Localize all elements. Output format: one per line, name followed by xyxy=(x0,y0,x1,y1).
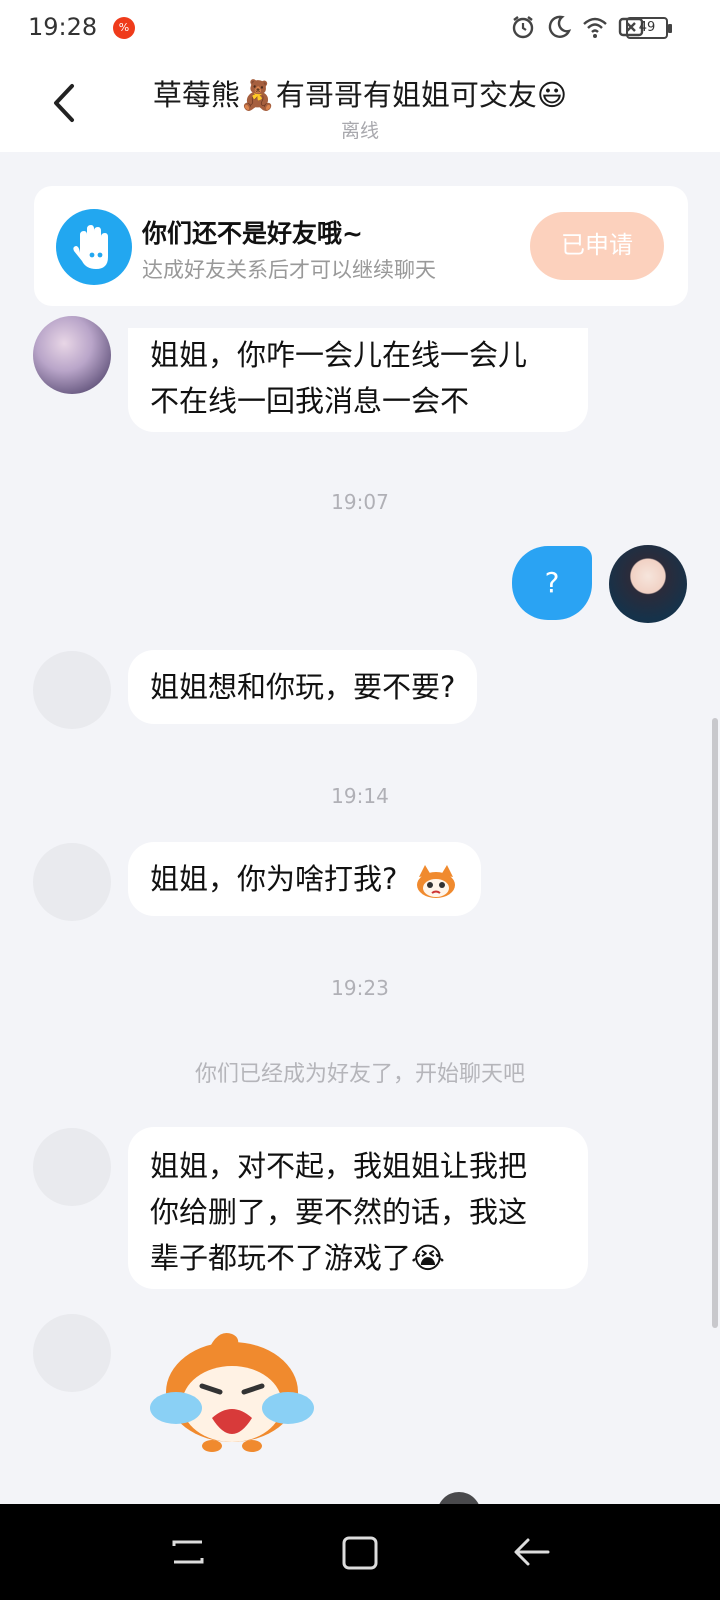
message-text-line: 姐姐，你咋一会儿在线一会儿 xyxy=(150,338,528,372)
message-text-line: 你给删了，要不然的话，我这 xyxy=(150,1195,528,1229)
home-icon[interactable] xyxy=(338,1530,382,1574)
friend-request-notice: 你们还不是好友哦~ 达成好友关系后才可以继续聊天 已申请 xyxy=(34,186,688,306)
peer-avatar[interactable] xyxy=(33,843,111,921)
do-not-disturb-icon xyxy=(548,15,572,38)
self-avatar[interactable] xyxy=(609,545,687,623)
message-bubble: 姐姐，你咋一会儿在线一会儿 不在线一回我消息一会不 xyxy=(128,328,588,432)
alarm-icon xyxy=(512,16,534,39)
chat-scrollbar[interactable] xyxy=(712,718,718,1328)
message-timestamp: 19:14 xyxy=(331,784,389,808)
peer-avatar[interactable] xyxy=(33,316,111,394)
message-text-line: 姐姐，对不起，我姐姐让我把 xyxy=(150,1149,528,1183)
message-bubble: 姐姐，你为啥打我? xyxy=(128,842,481,916)
message-bubble: 姐姐想和你玩，要不要? xyxy=(128,650,478,724)
peer-avatar[interactable] xyxy=(33,1128,111,1206)
message-bubble: 姐姐，对不起，我姐姐让我把 你给删了，要不然的话，我这 辈子都玩不了游戏了😭 xyxy=(128,1127,588,1289)
status-bar: 19:28 % 49 xyxy=(0,0,720,58)
message-text-line: 不在线一回我消息一会不 xyxy=(150,384,470,418)
peer-avatar[interactable] xyxy=(33,1314,111,1392)
message-text: 姐姐，你为啥打我? xyxy=(150,862,398,896)
system-notice: 你们已经成为好友了，开始聊天吧 xyxy=(194,1062,525,1087)
self-message-text: ? xyxy=(544,566,560,599)
status-icons xyxy=(510,14,644,40)
recent-apps-icon[interactable] xyxy=(166,1530,210,1574)
wifi-icon xyxy=(583,17,607,38)
message-timestamp: 19:23 xyxy=(331,976,389,1000)
crying-sticker-icon xyxy=(150,1332,314,1452)
notice-subtitle: 达成好友关系后才可以继续聊天 xyxy=(142,258,436,282)
app-notification-icon: % xyxy=(113,17,135,39)
peer-avatar[interactable] xyxy=(33,651,111,729)
system-navigation-bar xyxy=(0,1504,720,1600)
applied-button[interactable]: 已申请 xyxy=(530,212,664,280)
notice-title: 你们还不是好友哦~ xyxy=(142,219,363,248)
online-status: 离线 xyxy=(340,120,379,142)
cartoon-sticker-icon xyxy=(416,865,455,898)
back-nav-icon[interactable] xyxy=(510,1530,554,1574)
battery-indicator: 49 xyxy=(626,17,672,39)
self-message-bubble: ? xyxy=(512,546,592,620)
chat-title: 草莓熊🧸有哥哥有姐姐可交友😃 xyxy=(152,78,568,112)
status-time: 19:28 xyxy=(28,13,98,41)
message-text: 姐姐想和你玩，要不要? xyxy=(150,670,456,704)
message-timestamp: 19:07 xyxy=(331,490,389,514)
chat-header: 草莓熊🧸有哥哥有姐姐可交友😃 离线 xyxy=(0,58,720,152)
message-text-line: 辈子都玩不了游戏了😭 xyxy=(150,1241,445,1275)
hand-wave-icon xyxy=(56,209,132,285)
